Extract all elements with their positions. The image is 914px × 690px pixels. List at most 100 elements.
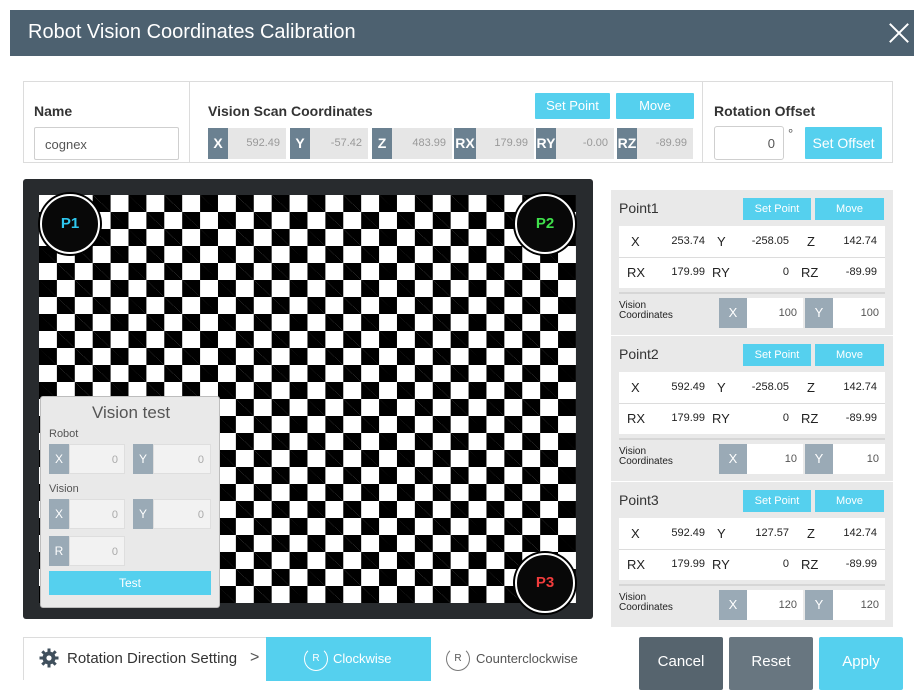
vision-x-value: 0 [69,499,125,529]
robot-x-value: 0 [69,444,125,474]
point1-vision-y-label: Y [805,298,833,328]
scan-ry-field: RY -0.00 [536,128,614,159]
marker-p1: P1 [40,194,100,254]
vision-test-panel: Vision test Robot X 0 Y 0 Vision X 0 Y 0… [40,396,220,608]
move-button[interactable]: Move [616,93,694,119]
point2-move-button[interactable]: Move [815,344,884,366]
point1-set-point-button[interactable]: Set Point [743,198,811,220]
point2-rx-label: RX [627,411,646,426]
point3-rx-value: 179.99 [671,558,705,570]
point3-y-value: 127.57 [755,527,789,539]
clockwise-option[interactable]: R Clockwise [266,637,431,681]
vision-label-line2: Coordinates [619,456,673,467]
reset-button[interactable]: Reset [729,637,813,690]
point3-y-label: Y [717,526,726,541]
point3-z-value: 142.74 [843,527,877,539]
robot-y-field[interactable]: Y 0 [133,444,211,474]
point2-ry-value: 0 [782,412,789,424]
robot-label: Robot [49,428,79,440]
test-button[interactable]: Test [49,571,211,595]
point3-ry-value: 0 [782,558,789,570]
scan-x-value: 592.49 [228,128,286,159]
point3-z-label: Z [807,526,815,541]
point1-x-value: 253.74 [671,235,705,247]
point2-x-value: 592.49 [671,381,705,393]
counterclockwise-option[interactable]: R Counterclockwise [431,637,593,681]
calibration-board: P1 P2 P3 Vision test Robot X 0 Y 0 Visio… [23,179,593,619]
point1-rz-label: RZ [801,265,819,280]
divider [189,82,190,162]
point1-coordinates: X 253.74 Y -258.05 Z 142.74 RX 179.99 RY… [619,226,885,288]
gear-icon [39,648,59,668]
point3-vision-x-label: X [719,590,747,620]
point1-ry-label: RY [712,265,730,280]
point2-vision-x-label: X [719,444,747,474]
point3-panel: Point3 Set Point Move X 592.49 Y 127.57 … [611,482,893,627]
point3-ry-label: RY [712,557,730,572]
vision-test-title: Vision test [91,403,171,422]
scan-y-value: -57.42 [310,128,368,159]
robot-x-field[interactable]: X 0 [49,444,125,474]
point3-vision-y-field[interactable]: Y 120 [805,590,885,620]
name-label: Name [34,103,73,119]
settings-bar: Name cognex Vision Scan Coordinates Set … [23,81,893,163]
point2-set-point-button[interactable]: Set Point [743,344,811,366]
point2-vision-y-label: Y [805,444,833,474]
name-input[interactable]: cognex [34,127,179,160]
marker-p1-label: P1 [60,215,80,232]
marker-p3: P3 [515,553,575,613]
rotate-counterclockwise-icon: R [446,647,470,671]
point1-panel: Point1 Set Point Move X 253.74 Y -258.05… [611,190,893,335]
set-point-button[interactable]: Set Point [535,93,610,119]
point2-vision-coordinates-label: Vision Coordinates [619,447,673,467]
point1-vision-y-field[interactable]: Y 100 [805,298,885,328]
vision-y-field[interactable]: Y 0 [133,499,211,529]
point3-vision-x-value: 120 [747,590,803,620]
point3-x-value: 592.49 [671,527,705,539]
point3-coordinates: X 592.49 Y 127.57 Z 142.74 RX 179.99 RY … [619,518,885,580]
vision-r-label: R [49,536,69,566]
dialog-title: Robot Vision Coordinates Calibration [28,21,356,43]
scan-z-value: 483.99 [392,128,452,159]
point2-x-label: X [631,380,640,395]
point2-z-value: 142.74 [843,381,877,393]
close-icon[interactable] [886,18,914,48]
vision-x-label: X [49,499,69,529]
point3-x-label: X [631,526,640,541]
clockwise-label: Clockwise [333,651,392,666]
apply-button[interactable]: Apply [819,637,903,690]
point3-vision-x-field[interactable]: X 120 [719,590,803,620]
point2-vision-y-field[interactable]: Y 10 [805,444,885,474]
point2-ry-label: RY [712,411,730,426]
scan-rx-label: RX [454,128,476,159]
rotate-clockwise-icon: R [304,647,328,671]
robot-x-label: X [49,444,69,474]
scan-ry-label: RY [536,128,556,159]
scan-y-label: Y [290,128,310,159]
scan-z-label: Z [372,128,392,159]
point3-vision-y-value: 120 [833,590,885,620]
cancel-button[interactable]: Cancel [639,637,723,690]
point1-vision-x-value: 100 [747,298,803,328]
divider [619,292,885,294]
point2-y-label: Y [717,380,726,395]
vision-r-field[interactable]: R 0 [49,536,125,566]
scan-rz-field: RZ -89.99 [617,128,693,159]
set-offset-button[interactable]: Set Offset [805,127,882,159]
divider [702,82,703,162]
point1-move-button[interactable]: Move [815,198,884,220]
point3-set-point-button[interactable]: Set Point [743,490,811,512]
point1-z-value: 142.74 [843,235,877,247]
point2-vision-x-value: 10 [747,444,803,474]
marker-p2: P2 [515,194,575,254]
vision-x-field[interactable]: X 0 [49,499,125,529]
point2-title: Point2 [619,346,659,362]
point1-title: Point1 [619,200,659,216]
point3-title: Point3 [619,492,659,508]
point1-z-label: Z [807,234,815,249]
point3-move-button[interactable]: Move [815,490,884,512]
point2-vision-x-field[interactable]: X 10 [719,444,803,474]
point1-vision-x-field[interactable]: X 100 [719,298,803,328]
rotation-offset-input[interactable]: 0 [714,126,784,160]
scan-ry-value: -0.00 [556,128,614,159]
